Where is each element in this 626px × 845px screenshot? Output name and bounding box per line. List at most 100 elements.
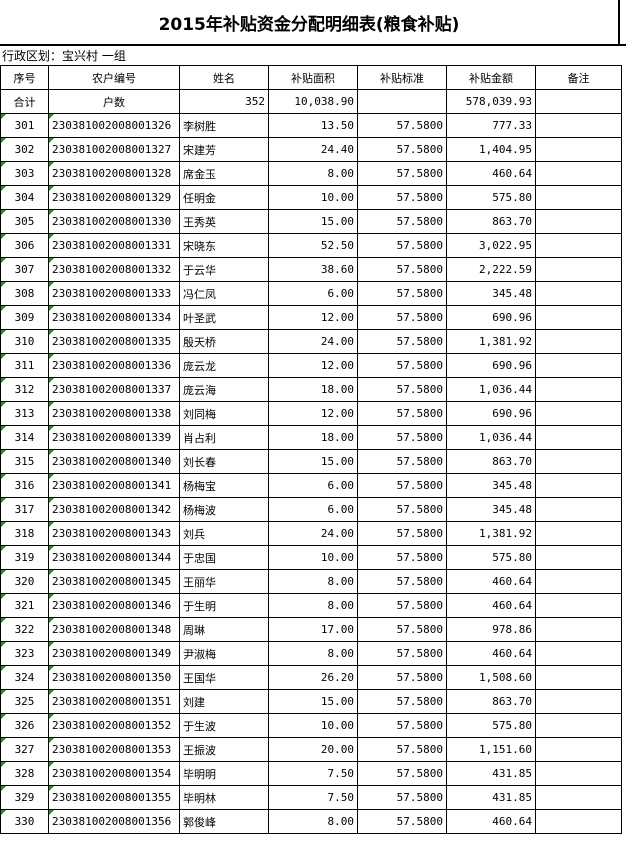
farmer-code-cell[interactable]: 230381002008001342: [48, 497, 180, 522]
area-cell[interactable]: 24.00: [268, 329, 358, 354]
summary-area[interactable]: 10,038.90: [268, 89, 358, 114]
summary-label[interactable]: 合计: [0, 89, 49, 114]
farmer-name-cell[interactable]: 于忠国: [179, 545, 269, 570]
row-number-cell[interactable]: 327: [0, 737, 49, 762]
area-cell[interactable]: 7.50: [268, 761, 358, 786]
note-cell[interactable]: [535, 113, 622, 138]
note-cell[interactable]: [535, 521, 622, 546]
row-number-cell[interactable]: 325: [0, 689, 49, 714]
area-cell[interactable]: 12.00: [268, 305, 358, 330]
note-cell[interactable]: [535, 353, 622, 378]
area-cell[interactable]: 10.00: [268, 185, 358, 210]
row-number-cell[interactable]: 320: [0, 569, 49, 594]
standard-cell[interactable]: 57.5800: [357, 281, 447, 306]
note-cell[interactable]: [535, 425, 622, 450]
farmer-name-cell[interactable]: 杨梅波: [179, 497, 269, 522]
farmer-name-cell[interactable]: 周琳: [179, 617, 269, 642]
farmer-name-cell[interactable]: 叶圣武: [179, 305, 269, 330]
amount-cell[interactable]: 460.64: [446, 809, 536, 834]
amount-cell[interactable]: 1,036.44: [446, 377, 536, 402]
amount-cell[interactable]: 863.70: [446, 449, 536, 474]
standard-cell[interactable]: 57.5800: [357, 425, 447, 450]
farmer-name-cell[interactable]: 于生明: [179, 593, 269, 618]
note-cell[interactable]: [535, 665, 622, 690]
row-number-cell[interactable]: 328: [0, 761, 49, 786]
farmer-code-cell[interactable]: 230381002008001335: [48, 329, 180, 354]
area-cell[interactable]: 13.50: [268, 113, 358, 138]
area-cell[interactable]: 12.00: [268, 401, 358, 426]
row-number-cell[interactable]: 301: [0, 113, 49, 138]
farmer-code-cell[interactable]: 230381002008001331: [48, 233, 180, 258]
farmer-code-cell[interactable]: 230381002008001328: [48, 161, 180, 186]
area-cell[interactable]: 7.50: [268, 785, 358, 810]
farmer-code-cell[interactable]: 230381002008001351: [48, 689, 180, 714]
standard-cell[interactable]: 57.5800: [357, 257, 447, 282]
standard-cell[interactable]: 57.5800: [357, 209, 447, 234]
area-cell[interactable]: 8.00: [268, 641, 358, 666]
note-cell[interactable]: [535, 209, 622, 234]
farmer-code-cell[interactable]: 230381002008001326: [48, 113, 180, 138]
farmer-name-cell[interactable]: 王丽华: [179, 569, 269, 594]
row-number-cell[interactable]: 303: [0, 161, 49, 186]
summary-standard[interactable]: [357, 89, 447, 114]
amount-cell[interactable]: 3,022.95: [446, 233, 536, 258]
farmer-code-cell[interactable]: 230381002008001339: [48, 425, 180, 450]
area-cell[interactable]: 18.00: [268, 377, 358, 402]
area-cell[interactable]: 18.00: [268, 425, 358, 450]
amount-cell[interactable]: 1,036.44: [446, 425, 536, 450]
farmer-name-cell[interactable]: 刘兵: [179, 521, 269, 546]
note-cell[interactable]: [535, 185, 622, 210]
farmer-code-cell[interactable]: 230381002008001345: [48, 569, 180, 594]
row-number-cell[interactable]: 312: [0, 377, 49, 402]
farmer-code-cell[interactable]: 230381002008001333: [48, 281, 180, 306]
summary-amount[interactable]: 578,039.93: [446, 89, 536, 114]
area-cell[interactable]: 10.00: [268, 545, 358, 570]
row-number-cell[interactable]: 307: [0, 257, 49, 282]
standard-cell[interactable]: 57.5800: [357, 809, 447, 834]
summary-note[interactable]: [535, 89, 622, 114]
amount-cell[interactable]: 1,381.92: [446, 521, 536, 546]
note-cell[interactable]: [535, 473, 622, 498]
farmer-code-cell[interactable]: 230381002008001336: [48, 353, 180, 378]
header-cell-code[interactable]: 农户编号: [48, 65, 180, 90]
row-number-cell[interactable]: 319: [0, 545, 49, 570]
amount-cell[interactable]: 460.64: [446, 161, 536, 186]
standard-cell[interactable]: 57.5800: [357, 473, 447, 498]
farmer-name-cell[interactable]: 毕明明: [179, 761, 269, 786]
amount-cell[interactable]: 690.96: [446, 401, 536, 426]
farmer-code-cell[interactable]: 230381002008001343: [48, 521, 180, 546]
area-cell[interactable]: 15.00: [268, 209, 358, 234]
standard-cell[interactable]: 57.5800: [357, 377, 447, 402]
note-cell[interactable]: [535, 545, 622, 570]
amount-cell[interactable]: 431.85: [446, 785, 536, 810]
area-cell[interactable]: 52.50: [268, 233, 358, 258]
row-number-cell[interactable]: 310: [0, 329, 49, 354]
row-number-cell[interactable]: 316: [0, 473, 49, 498]
row-number-cell[interactable]: 330: [0, 809, 49, 834]
note-cell[interactable]: [535, 617, 622, 642]
note-cell[interactable]: [535, 281, 622, 306]
area-cell[interactable]: 20.00: [268, 737, 358, 762]
farmer-name-cell[interactable]: 刘建: [179, 689, 269, 714]
note-cell[interactable]: [535, 161, 622, 186]
farmer-name-cell[interactable]: 于云华: [179, 257, 269, 282]
farmer-name-cell[interactable]: 刘长春: [179, 449, 269, 474]
row-number-cell[interactable]: 323: [0, 641, 49, 666]
header-cell-amount[interactable]: 补贴金额: [446, 65, 536, 90]
farmer-code-cell[interactable]: 230381002008001337: [48, 377, 180, 402]
farmer-code-cell[interactable]: 230381002008001340: [48, 449, 180, 474]
area-cell[interactable]: 15.00: [268, 689, 358, 714]
farmer-code-cell[interactable]: 230381002008001353: [48, 737, 180, 762]
standard-cell[interactable]: 57.5800: [357, 233, 447, 258]
farmer-code-cell[interactable]: 230381002008001346: [48, 593, 180, 618]
row-number-cell[interactable]: 317: [0, 497, 49, 522]
farmer-name-cell[interactable]: 冯仁凤: [179, 281, 269, 306]
header-cell-area[interactable]: 补贴面积: [268, 65, 358, 90]
standard-cell[interactable]: 57.5800: [357, 713, 447, 738]
area-cell[interactable]: 12.00: [268, 353, 358, 378]
amount-cell[interactable]: 1,404.95: [446, 137, 536, 162]
farmer-name-cell[interactable]: 殷天桥: [179, 329, 269, 354]
row-number-cell[interactable]: 311: [0, 353, 49, 378]
note-cell[interactable]: [535, 401, 622, 426]
area-cell[interactable]: 8.00: [268, 161, 358, 186]
